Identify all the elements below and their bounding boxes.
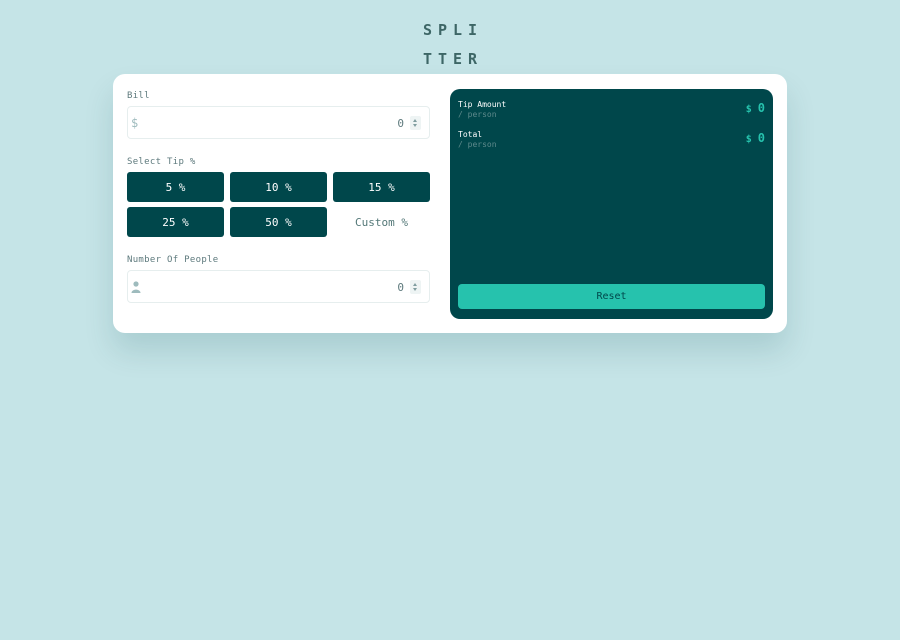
select-tip-label: Select Tip % — [127, 157, 196, 167]
tip-10-button[interactable]: 10 % — [230, 172, 327, 202]
people-field — [127, 270, 430, 303]
total-title: Total — [458, 130, 483, 139]
person-icon — [131, 281, 141, 293]
results-panel: Tip Amount / person $0 Total / person $0… — [450, 89, 773, 319]
total-currency: $ — [745, 134, 752, 145]
spinner-arrows-icon[interactable] — [410, 280, 421, 294]
total-number: 0 — [757, 131, 765, 145]
total-sub: / person — [458, 140, 497, 149]
tip-amount-sub: / person — [458, 110, 497, 119]
people-label: Number Of People — [127, 255, 219, 265]
tip-custom-input[interactable]: Custom % — [333, 207, 430, 237]
logo-line-1: SPLI — [422, 21, 484, 39]
logo-line-2: TTER — [422, 50, 484, 68]
bill-field: $ — [127, 106, 430, 139]
spinner-up-icon[interactable] — [413, 119, 417, 122]
calculator-card: Bill $ Select Tip % 5 % 10 % 15 % 25 % 5… — [113, 74, 787, 333]
tip-amount-number: 0 — [757, 101, 765, 115]
bill-input[interactable] — [146, 111, 404, 135]
tip-amount-title: Tip Amount — [458, 100, 507, 109]
spinner-up-icon[interactable] — [413, 283, 417, 286]
bill-label: Bill — [127, 91, 150, 101]
tip-amount-value: $0 — [746, 101, 765, 115]
tip-25-button[interactable]: 25 % — [127, 207, 224, 237]
reset-button[interactable]: Reset — [458, 284, 765, 309]
tip-50-button[interactable]: 50 % — [230, 207, 327, 237]
tip-5-button[interactable]: 5 % — [127, 172, 224, 202]
spinner-arrows-icon[interactable] — [410, 116, 421, 130]
total-value: $0 — [746, 131, 765, 145]
spinner-down-icon[interactable] — [413, 124, 417, 127]
app-logo: SPLI TTER — [0, 16, 900, 74]
spinner-down-icon[interactable] — [413, 288, 417, 291]
dollar-icon: $ — [131, 116, 139, 130]
people-input[interactable] — [146, 275, 404, 299]
tip-amount-currency: $ — [745, 104, 752, 115]
tip-15-button[interactable]: 15 % — [333, 172, 430, 202]
